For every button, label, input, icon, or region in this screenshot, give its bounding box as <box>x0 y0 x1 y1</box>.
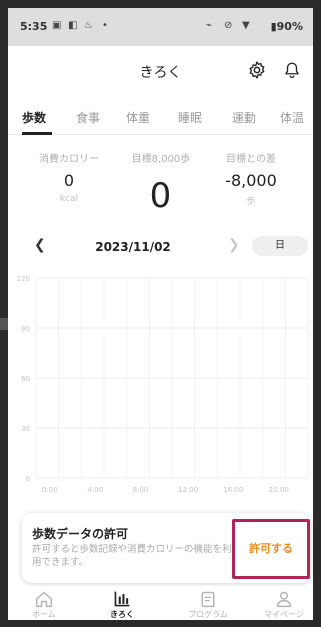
date-navigator: ❮ 2023/11/02 ❯ 日 <box>8 233 313 261</box>
step-count: 0 <box>149 176 172 216</box>
calories-label: 消費カロリー <box>39 154 99 165</box>
x-tick-label: 8:00 <box>133 486 149 494</box>
period-toggle-button[interactable]: 日 <box>252 236 308 256</box>
bell-icon[interactable] <box>283 60 301 80</box>
gallery-icon: ▣ <box>52 20 62 31</box>
gear-icon[interactable] <box>247 60 267 80</box>
calories-unit: kcal <box>59 194 79 204</box>
goal-diff-label: 目標との差 <box>226 154 276 165</box>
nav-program[interactable]: プログラム <box>178 590 238 620</box>
calories-stat: 消費カロリー 0 kcal <box>34 150 104 204</box>
allow-button[interactable]: 許可する <box>232 519 310 579</box>
dot-icon: • <box>102 20 108 31</box>
permission-description: 許可すると歩数記録や消費カロリーの機能を利用できます。 <box>32 544 232 568</box>
permission-card: 歩数データの許可 許可すると歩数記録や消費カロリーの機能を利用できます。 許可す… <box>22 513 310 583</box>
bar-chart-icon <box>114 591 130 607</box>
device-frame: 5:35 ▣ ◧ ♨ • ⌁ ⊘ ▼ ▮90% きろく 歩数 食事 体重 睡眠 … <box>0 0 321 627</box>
category-tabs: 歩数 食事 体重 睡眠 運動 体温 <box>8 103 313 135</box>
nav-program-label: プログラム <box>188 610 228 619</box>
x-tick-label: 20:00 <box>269 486 289 494</box>
calories-value: 0 <box>63 171 75 190</box>
wifi-icon: ▼ <box>242 20 250 31</box>
y-tick-label: 30 <box>21 425 30 433</box>
home-icon <box>35 591 53 608</box>
app-header: きろく <box>8 46 313 96</box>
nav-records[interactable]: きろく <box>92 590 152 620</box>
chevron-right-icon[interactable]: ❯ <box>228 237 240 253</box>
permission-title: 歩数データの許可 <box>32 527 129 541</box>
x-tick-label: 4:00 <box>87 486 103 494</box>
goal-diff-value: -8,000 <box>225 171 277 190</box>
page-title: きろく <box>139 65 182 81</box>
person-icon <box>276 591 292 608</box>
goal-label: 目標8,000歩 <box>131 154 191 165</box>
tab-temperature[interactable]: 体温 <box>280 109 304 126</box>
nav-home[interactable]: ホーム <box>14 590 74 620</box>
mute-icon: ⊘ <box>224 20 233 31</box>
app-notification-icon: ♨ <box>84 20 93 31</box>
current-date: 2023/11/02 <box>95 240 171 254</box>
y-tick-label: 120 <box>17 275 30 283</box>
side-marker <box>0 318 8 330</box>
bottom-navigation: ホーム きろく プログラム マイページ <box>8 586 313 620</box>
tab-exercise[interactable]: 運動 <box>232 109 256 126</box>
battery-level: ▮90% <box>270 20 303 33</box>
x-tick-label: 16:00 <box>223 486 243 494</box>
clipboard-icon <box>201 591 215 608</box>
nav-mypage-label: マイページ <box>264 610 304 619</box>
app-screen: 5:35 ▣ ◧ ♨ • ⌁ ⊘ ▼ ▮90% きろく 歩数 食事 体重 睡眠 … <box>8 8 313 620</box>
status-bar: 5:35 ▣ ◧ ♨ • ⌁ ⊘ ▼ ▮90% <box>8 8 313 46</box>
nav-records-label: きろく <box>110 610 134 619</box>
y-tick-label: 60 <box>21 375 30 383</box>
active-tab-indicator <box>22 132 52 135</box>
x-tick-label: 12:00 <box>178 486 198 494</box>
x-tick-label: 0:00 <box>42 486 58 494</box>
steps-chart: 120 90 60 30 0 0:00 4:00 8:00 12:00 16:00 20:00 <box>17 275 309 494</box>
tab-weight[interactable]: 体重 <box>126 109 150 126</box>
notification-icon: ◧ <box>68 20 78 31</box>
goal-diff-stat: 目標との差 -8,000 歩 <box>216 150 286 207</box>
goal-diff-unit: 歩 <box>246 197 256 207</box>
tab-sleep[interactable]: 睡眠 <box>178 109 202 126</box>
y-tick-label: 90 <box>21 325 30 333</box>
nav-home-label: ホーム <box>32 610 56 619</box>
tab-steps[interactable]: 歩数 <box>22 109 46 126</box>
link-icon: ⌁ <box>206 20 213 31</box>
nav-mypage[interactable]: マイページ <box>254 590 313 620</box>
y-tick-label: 0 <box>26 475 30 483</box>
goal-stat: 目標8,000歩 <box>126 150 196 165</box>
status-time: 5:35 <box>20 20 48 33</box>
tab-meals[interactable]: 食事 <box>76 109 100 126</box>
